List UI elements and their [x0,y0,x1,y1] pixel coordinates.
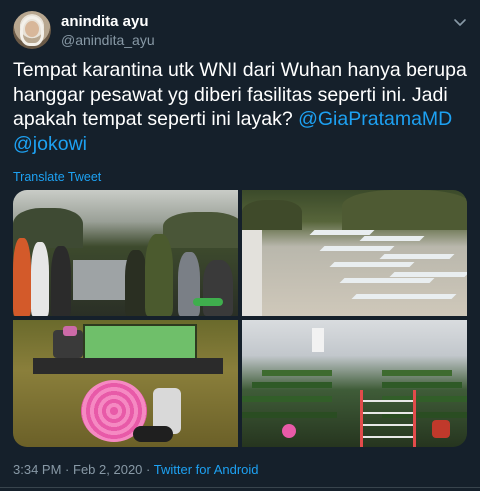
tweet-source[interactable]: Twitter for Android [154,462,259,477]
mention-jokowi[interactable]: @jokowi [13,133,87,155]
tweet-card: anindita ayu @anindita_ayu Tempat karant… [0,0,480,491]
tweet-time[interactable]: 3:34 PM [13,462,61,477]
hangar-crowd-photo[interactable] [13,190,238,316]
media-grid [13,190,467,447]
divider [0,487,480,488]
mention-giapratamamd[interactable]: @GiaPratamaMD [298,108,452,130]
display-name[interactable]: anindita ayu [61,13,149,30]
avatar-face [25,21,39,37]
chevron-down-icon[interactable] [452,14,468,30]
user-handle[interactable]: @anindita_ayu [61,32,155,48]
tweet-text: Tempat karantina utk WNI dari Wuhan hany… [13,58,468,156]
avatar[interactable] [13,11,51,49]
meta-separator: · [65,462,70,477]
tweet-date[interactable]: Feb 2, 2020 [73,462,142,477]
meta-separator-2: · [146,462,151,477]
tweet-metadata: 3:34 PM · Feb 2, 2020 · Twitter for Andr… [13,462,259,477]
tent-beds-photo[interactable] [242,320,467,447]
supplies-photo[interactable] [13,320,238,447]
translate-tweet-link[interactable]: Translate Tweet [13,170,101,184]
hangar-beds-photo[interactable] [242,190,467,316]
